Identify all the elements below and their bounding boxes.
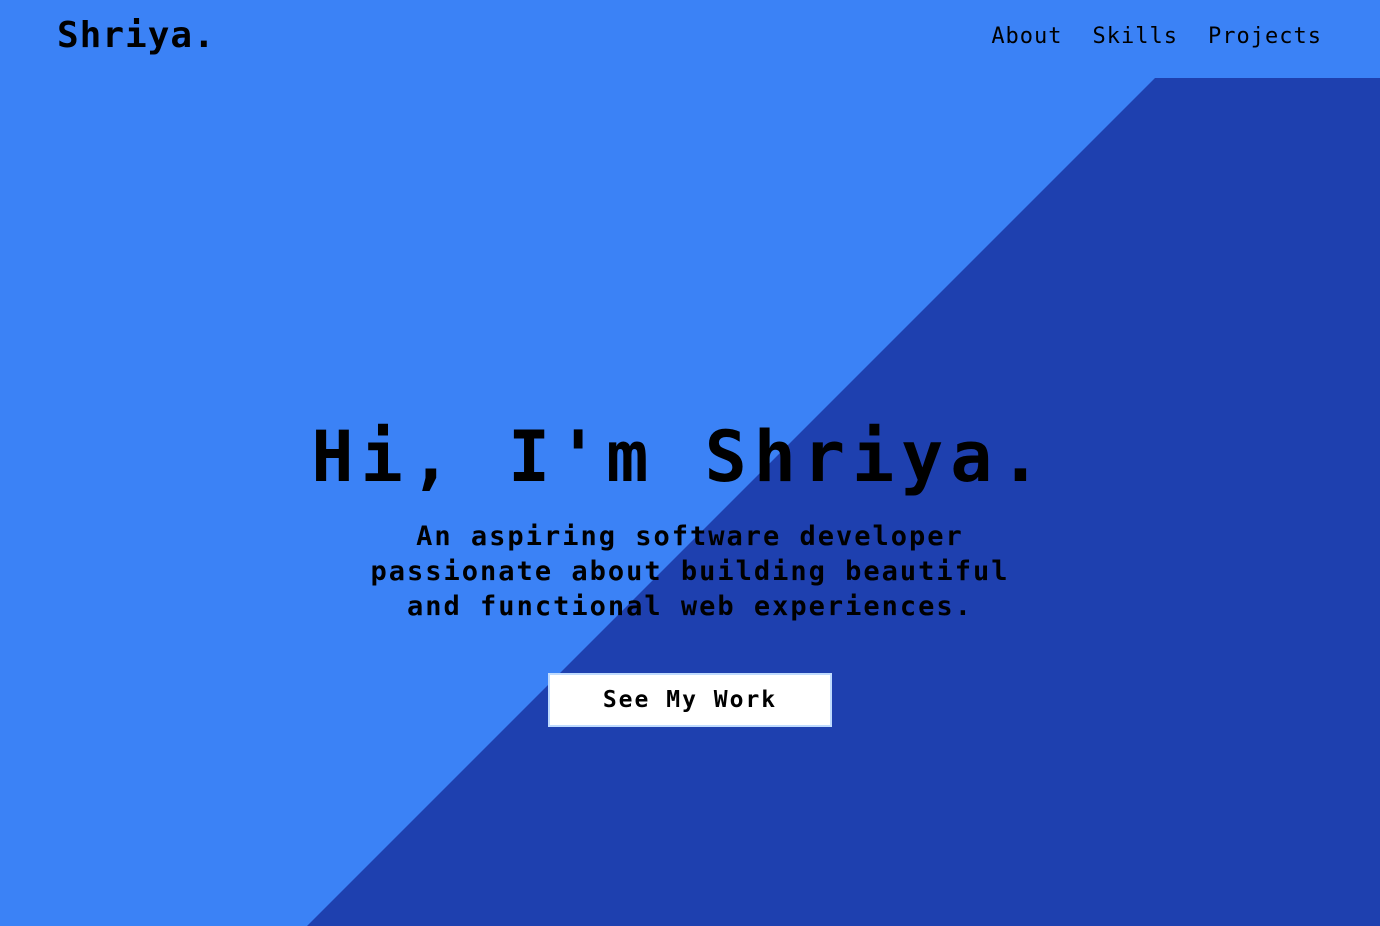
see-my-work-button[interactable]: See My Work [548, 673, 832, 727]
nav-links: About Skills Projects [991, 22, 1322, 52]
nav-item-skills: Skills [1093, 22, 1178, 52]
navbar: Shriya. About Skills Projects [0, 0, 1380, 78]
hero-title: Hi, I'm Shriya. [311, 416, 1049, 498]
nav-link-skills[interactable]: Skills [1093, 24, 1178, 49]
nav-link-projects[interactable]: Projects [1208, 24, 1322, 49]
nav-link-about[interactable]: About [991, 24, 1062, 49]
hero-subtitle-line: passionate about building beautiful [370, 556, 1010, 587]
nav-item-about: About [991, 22, 1062, 52]
hero-section: Hi, I'm Shriya. An aspiring software dev… [0, 0, 1380, 926]
site-logo[interactable]: Shriya. [57, 14, 216, 58]
hero-subtitle-line: and functional web experiences. [407, 591, 973, 622]
hero-subtitle: An aspiring software developer passionat… [280, 519, 1100, 624]
hero-subtitle-line: An aspiring software developer [416, 521, 964, 552]
nav-item-projects: Projects [1208, 22, 1322, 52]
